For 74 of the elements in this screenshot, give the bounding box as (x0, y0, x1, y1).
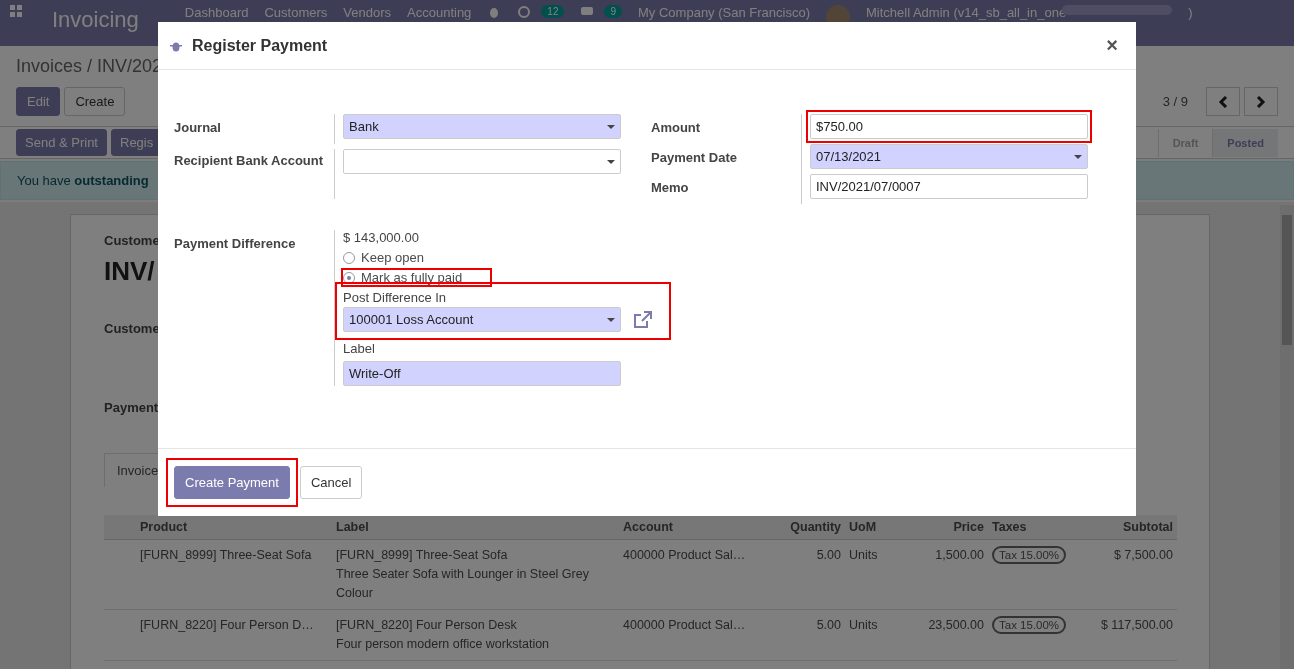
table-cell: [FURN_8220] Four Person Desk Four person modern office workstation (332, 610, 619, 661)
external-link-icon[interactable] (633, 310, 653, 329)
table-cell: 400000 Product Sal… (619, 540, 753, 610)
invoice-number: INV/ (104, 256, 155, 287)
table-cell: $ 7,500.00 (1074, 540, 1177, 610)
field-label: Payment (104, 400, 159, 415)
chevron-left-icon (1218, 95, 1228, 108)
table-cell: 5.00 (753, 540, 845, 610)
field-label: Recipient Bank Account (174, 153, 324, 168)
user-menu-end: ) (1188, 5, 1193, 20)
field-label: Custome (104, 321, 160, 336)
field-caption: Label (343, 341, 376, 356)
table-cell: 23,500.00 (896, 610, 988, 661)
column-header: Account (619, 515, 753, 540)
select-field[interactable] (343, 149, 621, 174)
table-cell: 400000 Product Sal… (619, 610, 753, 661)
banner-text: You have outstanding (17, 173, 149, 188)
edit-button[interactable]: Edit (16, 87, 61, 116)
menu-item[interactable]: Customers (264, 5, 328, 20)
previous-button[interactable] (1206, 87, 1240, 116)
field-label: Payment Date (651, 150, 737, 165)
app-title: Invoicing (52, 7, 139, 33)
close-button[interactable]: × (1100, 33, 1124, 58)
user-menu[interactable]: Mitchell Admin (v14_sb_all_in_one (866, 5, 1067, 20)
activity-count: 12 (541, 5, 565, 18)
message-count: 9 (604, 5, 623, 18)
field-label: Journal (174, 120, 221, 135)
select-field[interactable]: 07/13/2021 (810, 144, 1088, 169)
input-field[interactable]: Write-Off (343, 361, 621, 386)
table-cell: Units (845, 610, 896, 661)
column-header: Taxes (988, 515, 1074, 540)
field-label: Memo (651, 180, 689, 195)
column-header: Product (136, 515, 332, 540)
table-cell: Units (845, 540, 896, 610)
difference-amount: $ 143,000.00 (343, 230, 420, 245)
tax-tag: Tax 15.00% (992, 546, 1067, 564)
status-step[interactable]: Posted (1212, 128, 1278, 157)
field-label: Amount (651, 120, 701, 135)
create-button[interactable]: Create (64, 87, 126, 116)
dialog-title: Register Payment (192, 36, 328, 55)
select-field[interactable]: 100001 Loss Account (343, 307, 621, 332)
create-payment-button[interactable]: Create Payment (174, 466, 290, 499)
company-switcher[interactable]: My Company (San Francisco) (638, 5, 810, 20)
table-cell: [FURN_8999] Three-Seat Sofa (136, 540, 332, 610)
cancel-button[interactable]: Cancel (299, 466, 363, 499)
column-header (104, 515, 136, 540)
column-header: Price (896, 515, 988, 540)
table-cell: [FURN_8999] Three-Seat Sofa Three Seater Sofa with Lounger in Steel Grey Colour (332, 540, 619, 610)
table-cell: $ 117,500.00 (1074, 610, 1177, 661)
input-field[interactable]: $750.00 (810, 114, 1088, 139)
select-field[interactable]: Bank (343, 114, 621, 139)
table-cell: 1,500.00 (896, 540, 988, 610)
radio-option[interactable]: Mark as fully paid (343, 270, 491, 285)
input-field[interactable]: INV/2021/07/0007 (810, 174, 1088, 199)
column-header: Subtotal (1074, 515, 1177, 540)
field-label: Custome (104, 233, 160, 248)
apps-menu-icon[interactable] (10, 5, 22, 17)
action-button[interactable]: Send & Print (16, 129, 107, 156)
activity-icon[interactable] (517, 5, 532, 19)
table-cell: 5.00 (753, 610, 845, 661)
table-cell: [FURN_8220] Four Person D… (136, 610, 332, 661)
field-caption: Post Difference In (343, 290, 447, 305)
column-header: Quantity (753, 515, 845, 540)
next-button[interactable] (1244, 87, 1278, 116)
field-label: Payment Difference (174, 236, 296, 251)
menu-item[interactable]: Dashboard (184, 5, 249, 20)
tax-tag: Tax 15.00% (992, 616, 1067, 634)
menu-item[interactable]: Accounting (407, 5, 472, 20)
menu-item[interactable]: Vendors (343, 5, 391, 20)
chevron-right-icon (1256, 95, 1266, 108)
column-header: Label (332, 515, 619, 540)
radio-option[interactable]: Keep open (343, 250, 452, 265)
column-header: UoM (845, 515, 896, 540)
pager-text: 3 / 9 (1162, 94, 1188, 109)
